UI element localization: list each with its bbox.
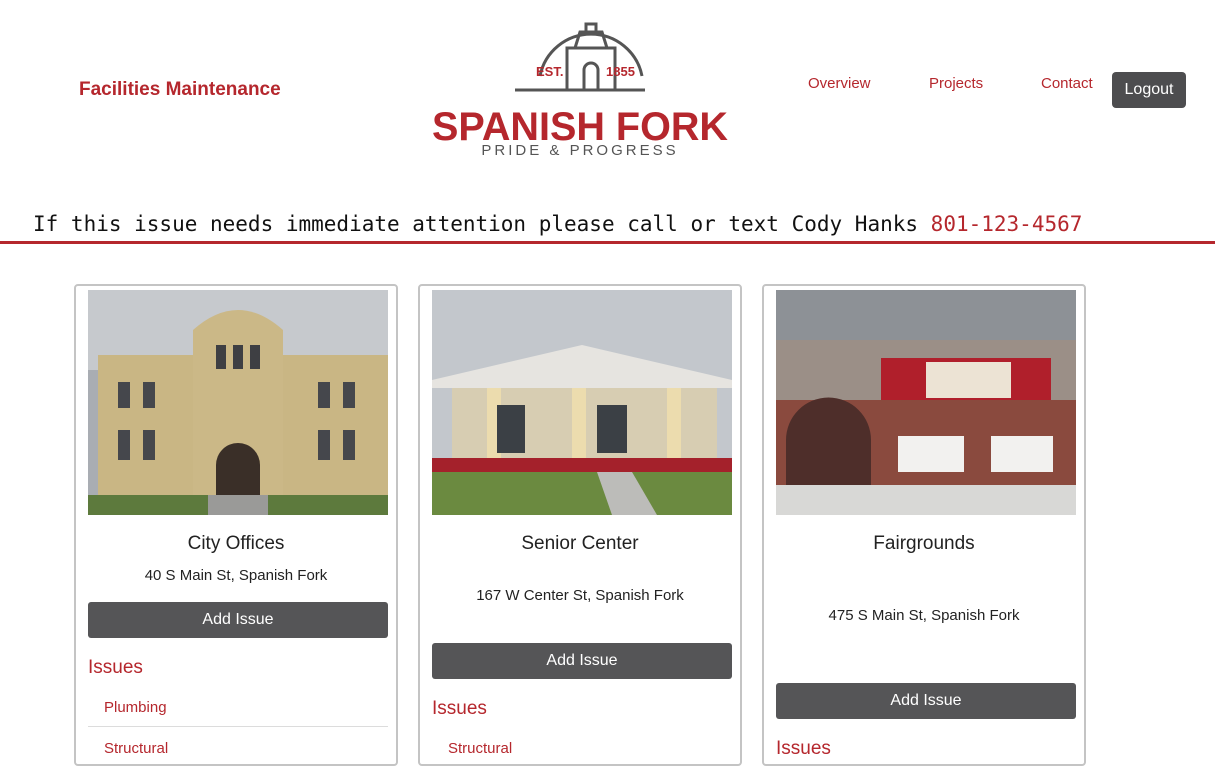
facility-card-senior-center: Senior Center 167 W Center St, Spanish F…	[418, 284, 742, 766]
notice-phone[interactable]: 801-123-4567	[931, 212, 1083, 236]
issue-item[interactable]: Structural	[88, 740, 388, 757]
logout-button[interactable]: Logout	[1112, 72, 1186, 108]
facility-card-fairgrounds: Fairgrounds 475 S Main St, Spanish Fork …	[762, 284, 1086, 766]
facility-address: 167 W Center St, Spanish Fork	[476, 587, 684, 604]
issue-item[interactable]: Structural	[432, 740, 732, 757]
notice-text: If this issue needs immediate attention …	[33, 212, 919, 236]
logo-tagline: PRIDE & PROGRESS	[481, 142, 678, 159]
add-issue-button[interactable]: Add Issue	[432, 643, 732, 679]
issue-divider	[88, 726, 388, 727]
city-offices-photo	[88, 290, 388, 515]
facility-address: 475 S Main St, Spanish Fork	[828, 607, 1020, 624]
facility-name: Fairgrounds	[873, 533, 975, 554]
facility-card-city-offices: City Offices 40 S Main St, Spanish Fork …	[74, 284, 398, 766]
add-issue-button[interactable]: Add Issue	[88, 602, 388, 638]
issues-heading: Issues	[776, 738, 831, 759]
facility-address: 40 S Main St, Spanish Fork	[144, 567, 328, 584]
emergency-notice: If this issue needs immediate attention …	[33, 212, 1082, 236]
logo-year: 1855	[606, 64, 635, 79]
nav-overview[interactable]: Overview	[808, 75, 871, 92]
logo-est: EST.	[536, 64, 563, 79]
add-issue-button[interactable]: Add Issue	[776, 683, 1076, 719]
issues-heading: Issues	[432, 698, 487, 719]
spanish-fork-logo[interactable]: EST. 1855 SPANISH FORK PRIDE & PROGRESS	[430, 14, 730, 160]
nav-contact[interactable]: Contact	[1041, 75, 1093, 92]
brand-title[interactable]: Facilities Maintenance	[79, 79, 281, 101]
facility-name: Senior Center	[521, 533, 639, 554]
header-divider	[0, 241, 1215, 244]
issue-item[interactable]: Plumbing	[88, 699, 388, 716]
issues-heading: Issues	[88, 657, 143, 678]
fairgrounds-photo	[776, 290, 1076, 515]
nav-projects[interactable]: Projects	[929, 75, 983, 92]
facility-name: City Offices	[187, 533, 285, 554]
senior-center-photo	[432, 290, 732, 515]
